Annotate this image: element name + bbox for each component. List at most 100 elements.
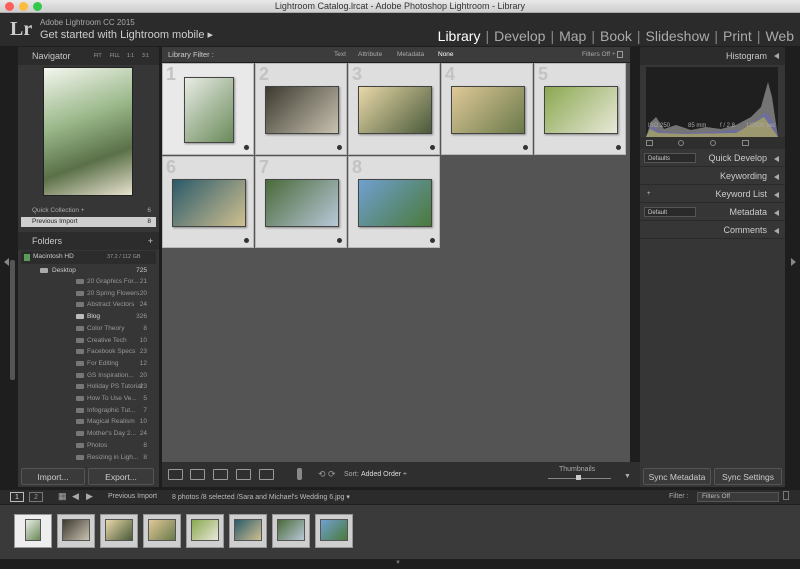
photo-thumbnail[interactable] <box>172 179 246 227</box>
module-map[interactable]: Map <box>554 28 586 44</box>
panel-keywording[interactable]: Keywording <box>640 168 785 185</box>
filmstrip-thumbnail[interactable] <box>143 514 181 548</box>
filter-preset[interactable]: Filters Off ÷ <box>582 51 615 58</box>
back-arrow-icon[interactable]: ◀ <box>72 491 79 502</box>
photo-thumbnail[interactable] <box>184 77 234 143</box>
import-button[interactable]: Import... <box>21 468 85 485</box>
panel-preset-dropdown[interactable]: + <box>644 189 654 199</box>
grid-view-icon[interactable] <box>168 469 183 480</box>
photo-thumbnail[interactable] <box>544 86 618 134</box>
add-folder-icon[interactable]: + <box>148 232 153 250</box>
crop-icon[interactable] <box>646 140 653 146</box>
photo-thumbnail[interactable] <box>358 179 432 227</box>
folder-row[interactable]: Holiday PS Tutorial 23 <box>18 381 159 392</box>
survey-view-icon[interactable] <box>236 469 251 480</box>
folder-row[interactable]: 20 Graphics For... 21 <box>18 276 159 287</box>
folder-row[interactable]: For Editing 12 <box>18 358 159 369</box>
filmstrip-thumbnail[interactable] <box>186 514 224 548</box>
folder-row[interactable]: Mother's Day 2... 24 <box>18 428 159 439</box>
zoom-3-1[interactable]: 3:1 <box>142 47 149 65</box>
catalog-previous-import[interactable]: Previous Import 8 <box>21 217 156 227</box>
filmstrip-thumbnail[interactable] <box>100 514 138 548</box>
right-panel-toggle-icon[interactable] <box>791 258 796 266</box>
folder-row[interactable]: 20 Spring Flowers 20 <box>18 288 159 299</box>
filter-switch-icon[interactable] <box>783 491 789 500</box>
volume-bar[interactable]: Macintosh HD 37.2 / 112 GB <box>21 251 156 264</box>
grid-cell[interactable]: 1 <box>162 63 254 155</box>
grid-cell[interactable]: 4 <box>441 63 533 155</box>
filter-none[interactable]: None <box>438 51 454 58</box>
sync-settings-button[interactable]: Sync Settings <box>714 468 782 485</box>
grid-cell[interactable]: 8 <box>348 156 440 248</box>
toolbar-menu-icon[interactable]: ▼ <box>624 473 631 480</box>
photo-thumbnail[interactable] <box>265 86 339 134</box>
window-1-button[interactable]: 1 <box>10 492 24 502</box>
grid-cell[interactable]: 5 <box>534 63 626 155</box>
panel-comments[interactable]: Comments <box>640 222 785 239</box>
filmstrip-thumbnail[interactable] <box>57 514 95 548</box>
folder-row[interactable]: How To Use Ve... 5 <box>18 393 159 404</box>
folder-row[interactable]: Blog 326 <box>18 311 159 322</box>
spray-can-icon[interactable] <box>297 468 302 480</box>
photo-thumbnail[interactable] <box>265 179 339 227</box>
loupe-view-icon[interactable] <box>190 469 205 480</box>
filter-metadata[interactable]: Metadata <box>397 51 424 58</box>
zoom-1-1[interactable]: 1:1 <box>127 47 134 65</box>
module-slideshow[interactable]: Slideshow <box>641 28 710 44</box>
filmstrip-thumbnail[interactable] <box>229 514 267 548</box>
filmstrip-thumbnail[interactable] <box>315 514 353 548</box>
grid-cell[interactable]: 2 <box>255 63 347 155</box>
filmstrip-filter-dropdown[interactable]: Filters Off <box>697 492 779 502</box>
filmstrip-source[interactable]: Previous Import <box>108 493 157 500</box>
photo-thumbnail[interactable] <box>451 86 525 134</box>
module-library[interactable]: Library <box>433 28 481 44</box>
left-panel-toggle-icon[interactable] <box>4 258 9 266</box>
catalog-quick-collection[interactable]: Quick Collection + <box>32 207 85 214</box>
navigator-header[interactable]: Navigator FIT FILL 1:1 3:1 <box>18 47 159 65</box>
histogram-header[interactable]: Histogram <box>640 47 785 65</box>
filmstrip-thumbnail[interactable] <box>272 514 310 548</box>
panel-preset-dropdown[interactable]: Default <box>644 207 696 217</box>
panel-metadata[interactable]: Default Metadata <box>640 204 785 221</box>
lock-icon[interactable] <box>617 51 623 58</box>
folder-row[interactable]: Magical Realism 10 <box>18 416 159 427</box>
folder-row[interactable]: Creative Tech 10 <box>18 335 159 346</box>
sync-metadata-button[interactable]: Sync Metadata <box>643 468 711 485</box>
spot-removal-icon[interactable] <box>678 140 684 146</box>
photo-thumbnail[interactable] <box>358 86 432 134</box>
grid-cell[interactable]: 3 <box>348 63 440 155</box>
folder-row[interactable]: Infographic Tut... 7 <box>18 405 159 416</box>
panel-keyword-list[interactable]: + Keyword List <box>640 186 785 203</box>
red-eye-icon[interactable] <box>710 140 716 146</box>
folder-row[interactable]: GS Inspiration... 20 <box>18 370 159 381</box>
filmstrip-info[interactable]: 8 photos /8 selected /Sara and Michael's… <box>172 493 350 501</box>
folder-row[interactable]: Facebook Specs 23 <box>18 346 159 357</box>
sort-dropdown[interactable]: Added Order ÷ <box>361 471 407 478</box>
filmstrip-thumbnail[interactable] <box>14 514 52 548</box>
folder-row[interactable]: Resizing in Ligh... 8 <box>18 452 159 463</box>
thumbnail-size-handle[interactable] <box>576 475 581 480</box>
folders-header[interactable]: Folders + <box>18 232 159 250</box>
folder-row[interactable]: Color Theory 8 <box>18 323 159 334</box>
people-view-icon[interactable] <box>259 469 274 480</box>
module-book[interactable]: Book <box>595 28 632 44</box>
folder-desktop[interactable]: Desktop 725 <box>18 265 159 276</box>
panel-preset-dropdown[interactable]: Defaults <box>644 153 696 163</box>
navigator-preview[interactable] <box>43 67 133 196</box>
export-button[interactable]: Export... <box>88 468 154 485</box>
zoom-fill[interactable]: FILL <box>110 47 120 65</box>
window-2-button[interactable]: 2 <box>29 492 43 502</box>
grid-cell[interactable]: 6 <box>162 156 254 248</box>
grid-icon[interactable]: ▦ <box>58 491 67 502</box>
rotate-icon[interactable]: ⟲ ⟳ <box>318 469 336 480</box>
module-print[interactable]: Print <box>718 28 752 44</box>
forward-arrow-icon[interactable]: ▶ <box>86 491 93 502</box>
panel-quick-develop[interactable]: Defaults Quick Develop <box>640 150 785 167</box>
filter-text[interactable]: Text <box>334 51 346 58</box>
compare-view-icon[interactable] <box>213 469 228 480</box>
mobile-promo-link[interactable]: Get started with Lightroom mobile ▸ <box>40 28 213 41</box>
grid-cell[interactable]: 7 <box>255 156 347 248</box>
left-scrollbar[interactable] <box>10 260 15 380</box>
module-develop[interactable]: Develop <box>489 28 545 44</box>
graduated-filter-icon[interactable] <box>742 140 749 146</box>
